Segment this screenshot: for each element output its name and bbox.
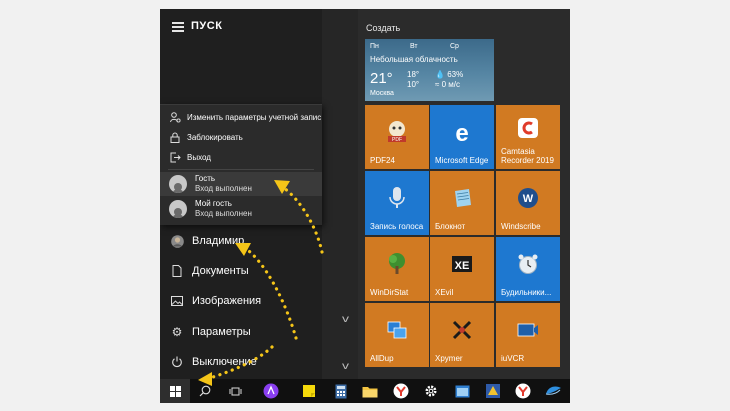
- arrow-to-guest-account: [282, 186, 324, 254]
- arrowhead: [198, 372, 212, 386]
- annotation-arrows: [198, 180, 324, 386]
- arrow-to-user-account: [243, 246, 298, 340]
- arrow-to-start-button: [208, 345, 274, 380]
- arrowhead: [274, 180, 290, 194]
- arrowhead: [235, 243, 251, 256]
